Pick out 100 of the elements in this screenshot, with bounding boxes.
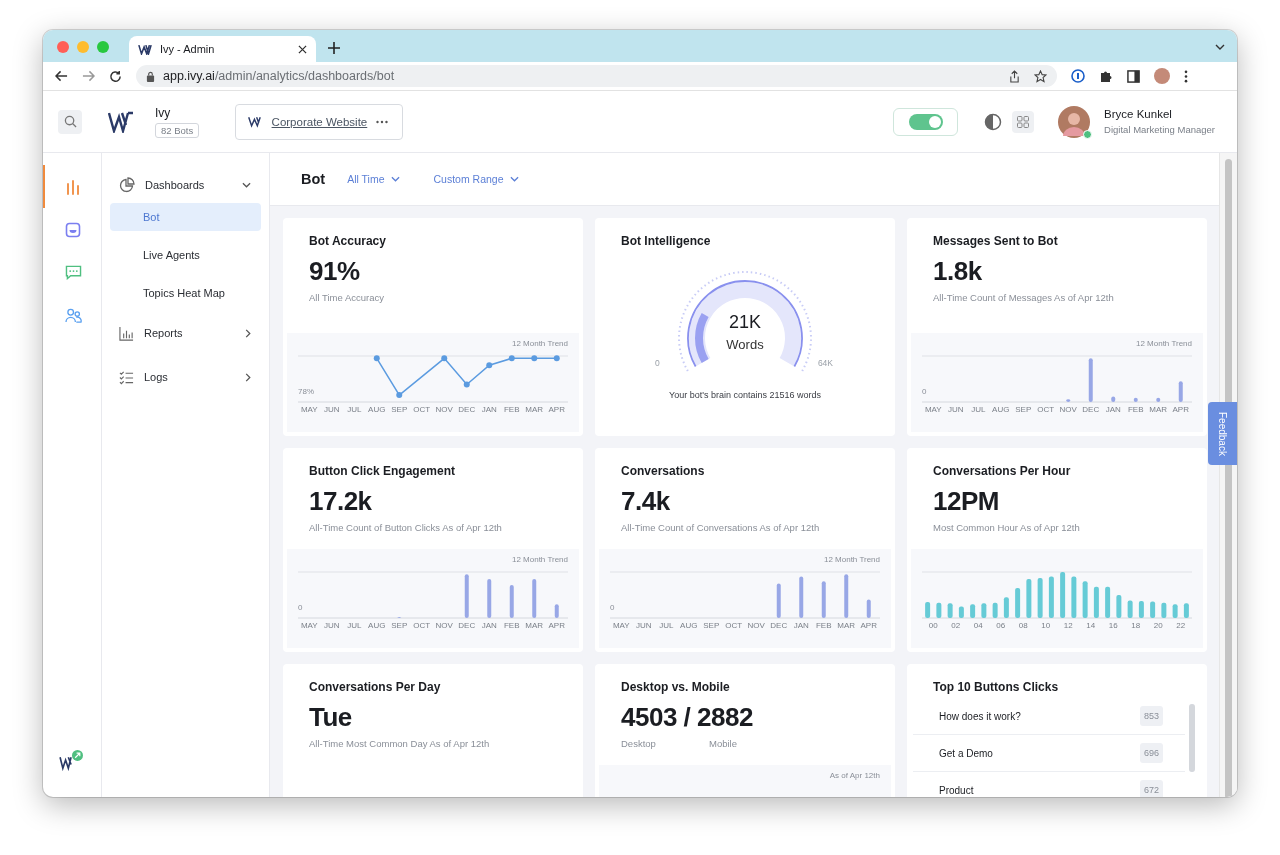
bar (1111, 396, 1116, 402)
axis-label: 20 (1152, 621, 1164, 630)
nav-section[interactable]: Logs (110, 365, 261, 389)
axis-label: DEC (457, 405, 477, 414)
profile-avatar[interactable] (1154, 68, 1170, 84)
people-icon (64, 308, 82, 323)
metric-caption: All-Time Count of Conversations As of Apr 12th (621, 522, 821, 533)
chart-caption: 12 Month Trend (511, 555, 568, 564)
bar (1150, 601, 1156, 618)
axis-label: AUG (367, 405, 387, 414)
user-avatar[interactable] (1058, 105, 1091, 138)
axis-label: OCT (1036, 405, 1056, 414)
metric-value: 91% (309, 256, 361, 287)
search-button[interactable] (58, 109, 82, 134)
star-icon[interactable] (1034, 69, 1047, 83)
axis-label: NOV (434, 621, 454, 630)
nav-item[interactable]: Bot (110, 203, 261, 231)
card-title: Messages Sent to Bot (933, 234, 1059, 248)
bar (1015, 588, 1021, 618)
axis-label: DEC (457, 621, 477, 630)
filter-dropdown[interactable]: All Time (347, 173, 400, 185)
reload-icon[interactable] (109, 69, 122, 83)
more-icon[interactable] (376, 119, 389, 124)
axis-label: MAY (923, 405, 943, 414)
nav-section[interactable]: Dashboards (110, 173, 261, 197)
axis-label: AUG (991, 405, 1011, 414)
chevron-down-icon[interactable] (1215, 44, 1225, 50)
scrollbar[interactable] (1219, 153, 1237, 797)
nav-item[interactable]: Topics Heat Map (110, 279, 261, 307)
axis-label: MAR (1148, 405, 1169, 414)
chart-caption: 12 Month Trend (823, 555, 880, 564)
more-icon[interactable] (1184, 69, 1188, 83)
axis-label: 16 (1107, 621, 1119, 630)
bar-chart-icon (65, 178, 81, 195)
new-tab-icon[interactable] (328, 42, 340, 54)
axis-label: JUN (322, 621, 341, 630)
address-bar[interactable]: app.ivy.ai/admin/analytics/dashboards/bot (136, 65, 1057, 87)
bar-chart-icon (119, 325, 134, 341)
card-title: Conversations Per Day (309, 680, 442, 694)
axis-label: APR (1171, 405, 1190, 414)
button-name: Product (939, 784, 974, 796)
back-icon[interactable] (55, 70, 68, 82)
checklist-icon (119, 369, 134, 385)
contrast-icon[interactable] (984, 112, 1003, 131)
grid-icon (1017, 115, 1030, 128)
data-point (553, 355, 560, 362)
gauge-value: 21K (729, 312, 761, 333)
smiley-screen-icon (65, 221, 81, 238)
toggle-switch[interactable] (908, 113, 943, 130)
bar (464, 574, 469, 618)
axis-label: DEC (769, 621, 789, 630)
password-icon[interactable] (1071, 69, 1085, 83)
card-title: Bot Accuracy (309, 234, 387, 248)
chart-caption: 12 Month Trend (511, 339, 568, 348)
side-panel-icon[interactable] (1127, 69, 1140, 83)
browser-tab[interactable]: Ivy - Admin (129, 36, 316, 62)
logo-update-icon[interactable] (59, 749, 85, 771)
data-point (486, 362, 493, 369)
axis-label: 0 (922, 387, 927, 396)
gauge-max-label: 64K (817, 358, 833, 368)
chart-caption: 12 Month Trend (1135, 339, 1192, 348)
puzzle-icon[interactable] (1099, 69, 1113, 83)
close-window-button[interactable] (57, 41, 69, 53)
axis-label: MAR (524, 405, 545, 414)
bar (1082, 581, 1088, 618)
axis-label: JAN (1104, 405, 1122, 414)
axis-label: 10 (1040, 621, 1052, 630)
nav-item[interactable]: Live Agents (110, 241, 261, 269)
axis-label: MAY (299, 621, 319, 630)
axis-label: JUL (346, 621, 363, 630)
close-icon[interactable] (298, 44, 307, 54)
bar (1048, 576, 1054, 618)
forward-icon[interactable] (82, 70, 95, 82)
axis-label: NOV (1058, 405, 1078, 414)
filter-dropdown[interactable]: Custom Range (433, 173, 519, 185)
chevron-right-icon (245, 372, 251, 382)
logo-icon (248, 115, 263, 128)
axis-label: JAN (480, 621, 498, 630)
apps-button[interactable] (1012, 110, 1035, 133)
axis-label: SEP (1014, 405, 1033, 414)
site-link[interactable]: Corporate Website (271, 115, 368, 128)
share-icon[interactable] (1009, 69, 1020, 83)
axis-label: 06 (995, 621, 1007, 630)
chevron-down-icon (509, 176, 519, 182)
chevron-down-icon (390, 176, 400, 182)
axis-label: MAR (836, 621, 857, 630)
axis-label: JAN (792, 621, 810, 630)
lock-icon (146, 70, 155, 82)
logo-icon (108, 110, 134, 133)
bar (1133, 397, 1138, 402)
axis-label: FEB (502, 621, 521, 630)
axis-label: NOV (434, 405, 454, 414)
nav-section[interactable]: Reports (110, 321, 261, 345)
bar (1178, 381, 1183, 402)
bar (532, 578, 537, 618)
bar (1037, 578, 1043, 618)
axis-label: SEP (390, 405, 409, 414)
search-icon (63, 115, 77, 128)
scrollbar[interactable] (1189, 704, 1195, 772)
chat-icon (64, 265, 82, 280)
